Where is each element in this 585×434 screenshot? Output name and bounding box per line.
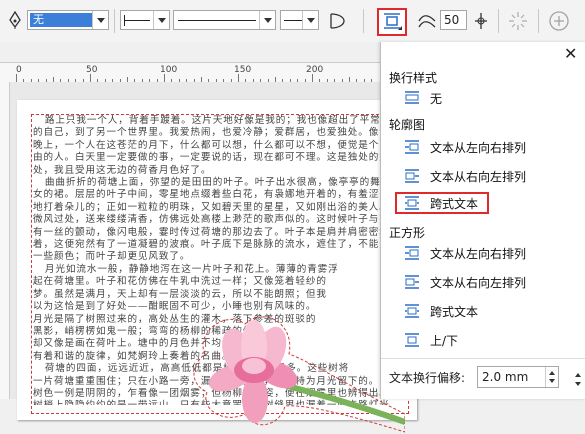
wrap-text-button[interactable] bbox=[377, 8, 407, 36]
drawing-canvas[interactable]: 路上只我一个人，背着手踱着。这片天地好像是我的；我也像超出了平常 的自己，到了另一… bbox=[10, 82, 417, 433]
option-label: 文本从左向右排列 bbox=[430, 246, 527, 261]
no-wrap-icon bbox=[405, 91, 419, 104]
option-contour-rtl[interactable]: 文本从右向左排列 bbox=[403, 165, 526, 187]
option-square-topbottom[interactable]: 上/下 bbox=[403, 329, 458, 351]
separator bbox=[114, 9, 115, 33]
paragraph-line: 地打着朵儿的；正如一粒粒的明珠，又如碧天里的星星，又如刚出浴的美人。 bbox=[33, 201, 390, 213]
ruler-label: 50 bbox=[86, 65, 98, 75]
option-contour-straddle[interactable]: 跨式文本 bbox=[395, 192, 489, 214]
paragraph-line: 微风过处，送来缕缕清香，仿佛远处高楼上渺茫的歌声似的。这时候叶子与花也 bbox=[33, 214, 397, 226]
curve-icon bbox=[418, 15, 436, 28]
section-contour: 轮廓图 bbox=[389, 118, 426, 132]
vertical-ruler[interactable] bbox=[0, 82, 10, 399]
lotus-image[interactable] bbox=[185, 314, 405, 434]
paragraph-line: 由的人。白天里一定要做的事，一定要说的话，现在都可不理。这是独处的妙 bbox=[33, 152, 390, 164]
end-arrow-select[interactable] bbox=[280, 10, 319, 30]
ruler-label: 200 bbox=[306, 65, 324, 75]
paragraph-line: 处，我且受用这无边的荷香月色好了。 bbox=[33, 164, 212, 176]
separator bbox=[538, 9, 539, 33]
option-square-straddle[interactable]: 跨式文本 bbox=[403, 300, 478, 322]
offset-spinner[interactable] bbox=[545, 367, 558, 387]
square-rtl-icon bbox=[405, 275, 419, 289]
ruler-tick bbox=[90, 74, 91, 82]
fill-value: 无 bbox=[30, 13, 92, 27]
document-page: 路上只我一个人，背着手踱着。这片天地好像是我的；我也像超出了平常 的自己，到了另一… bbox=[17, 100, 417, 433]
contour-rtl-icon bbox=[405, 169, 419, 183]
paragraph-line: 梦。虽然是满月，天上却有一层淡淡的云，所以不能朗照；但我 bbox=[33, 288, 327, 300]
chevron-down-icon[interactable] bbox=[259, 11, 275, 29]
paragraph-line: 女的裙。层层的叶子中间，零星地点缀着些白花，有袅娜地开着的，有羞涩 bbox=[33, 189, 380, 201]
offset-label: 文本换行偏移: bbox=[389, 371, 466, 385]
separator bbox=[498, 9, 499, 33]
square-ltr-icon bbox=[405, 246, 419, 260]
option-label: 上/下 bbox=[430, 333, 459, 348]
paragraph-line: 一些颜色；而叶子却更见风致了。 bbox=[33, 251, 191, 263]
contour-ltr-icon bbox=[405, 140, 419, 154]
paragraph-line: 曲曲折折的荷塘上面，弥望的是田田的叶子。叶子出水很高，像亭亭的舞 bbox=[33, 177, 381, 189]
contour-straddle-icon bbox=[405, 196, 419, 210]
option-label: 文本从左向右排列 bbox=[430, 140, 527, 155]
add-icon[interactable] bbox=[472, 11, 490, 31]
start-arrow-select[interactable] bbox=[120, 10, 170, 30]
chevron-down-icon[interactable] bbox=[153, 11, 169, 29]
ruler-tick bbox=[312, 74, 313, 82]
paragraph-line: 起在荷塘里。叶子和花仿佛在牛乳中洗过一样；又像笼着轻纱的 bbox=[33, 276, 327, 288]
chevron-down-icon[interactable] bbox=[92, 11, 108, 29]
option-square-ltr[interactable]: 文本从左向右排列 bbox=[403, 242, 526, 264]
option-label: 跨式文本 bbox=[430, 304, 479, 319]
option-label: 无 bbox=[430, 91, 443, 106]
option-label: 跨式文本 bbox=[430, 196, 479, 211]
option-label: 文本从右向左排列 bbox=[430, 169, 527, 184]
section-square: 正方形 bbox=[389, 226, 426, 240]
option-none[interactable]: 无 bbox=[403, 87, 442, 109]
plus-circle-icon[interactable] bbox=[548, 10, 570, 32]
paragraph-line: 路上只我一个人，背着手踱着。这片天地好像是我的；我也像超出了平常 bbox=[33, 115, 381, 126]
paragraph-line: 的自己，到了另一个世界里。我爱热闹，也爱冷静；爱群居，也爱独处。像今 bbox=[33, 127, 390, 139]
option-square-rtl[interactable]: 文本从右向左排列 bbox=[403, 271, 526, 293]
option-contour-ltr[interactable]: 文本从左向右排列 bbox=[403, 136, 526, 158]
wrap-text-icon bbox=[384, 13, 402, 30]
separator bbox=[363, 9, 364, 33]
ruler-tick bbox=[16, 74, 17, 82]
chevron-down-icon[interactable] bbox=[302, 11, 318, 29]
square-straddle-icon bbox=[405, 304, 419, 318]
line-style-select[interactable] bbox=[173, 10, 276, 30]
outline-icon[interactable] bbox=[326, 11, 348, 31]
property-bar: 无 50 bbox=[0, 0, 585, 42]
paragraph-line: 有一丝的颤动，像闪电般，霎时传过荷塘的那边去了。叶子本是肩并肩密密地挨 bbox=[33, 226, 397, 238]
close-icon[interactable]: ✕ bbox=[564, 44, 577, 63]
square-topbottom-icon bbox=[405, 333, 419, 347]
paragraph-line: 着，这便宛然有了一道凝碧的波痕。叶子底下是脉脉的流水，遮住了，不能见 bbox=[33, 239, 390, 251]
steps-field[interactable]: 50 bbox=[440, 10, 467, 30]
horizontal-ruler[interactable]: 0 50 100 150 200 bbox=[0, 62, 380, 83]
ruler-tick bbox=[238, 74, 239, 82]
paragraph-line: 以为这恰是到了好处——酣眠固不可少，小睡也别有风味的。 bbox=[33, 301, 317, 313]
paragraph-line: 月光如流水一般，静静地泻在这一片叶子和花上。薄薄的青雾浮 bbox=[33, 263, 339, 275]
ruler-tick bbox=[164, 74, 165, 82]
fill-select[interactable]: 无 bbox=[27, 10, 109, 30]
ruler-label: 150 bbox=[234, 65, 252, 75]
wrap-text-dropdown: ✕ 换行样式 无 轮廓图 文本从左向右排列 文本从右向左排列 跨式文本 正方形 bbox=[380, 42, 585, 399]
paragraph-line: 晚上，一个人在这苍茫的月下，什么都可以想，什么都可以不想，便觉是个自 bbox=[33, 139, 390, 151]
panel-scroll-arrows[interactable] bbox=[573, 369, 583, 391]
divider bbox=[381, 358, 585, 359]
offset-input[interactable]: 2.0 mm bbox=[477, 366, 559, 388]
option-label: 文本从右向左排列 bbox=[430, 275, 527, 290]
offset-value: 2.0 mm bbox=[482, 370, 529, 384]
sparkle-icon[interactable] bbox=[508, 11, 528, 31]
pen-icon bbox=[9, 11, 21, 29]
section-wrap-styles: 换行样式 bbox=[389, 71, 438, 85]
ruler-label: 100 bbox=[160, 65, 178, 75]
